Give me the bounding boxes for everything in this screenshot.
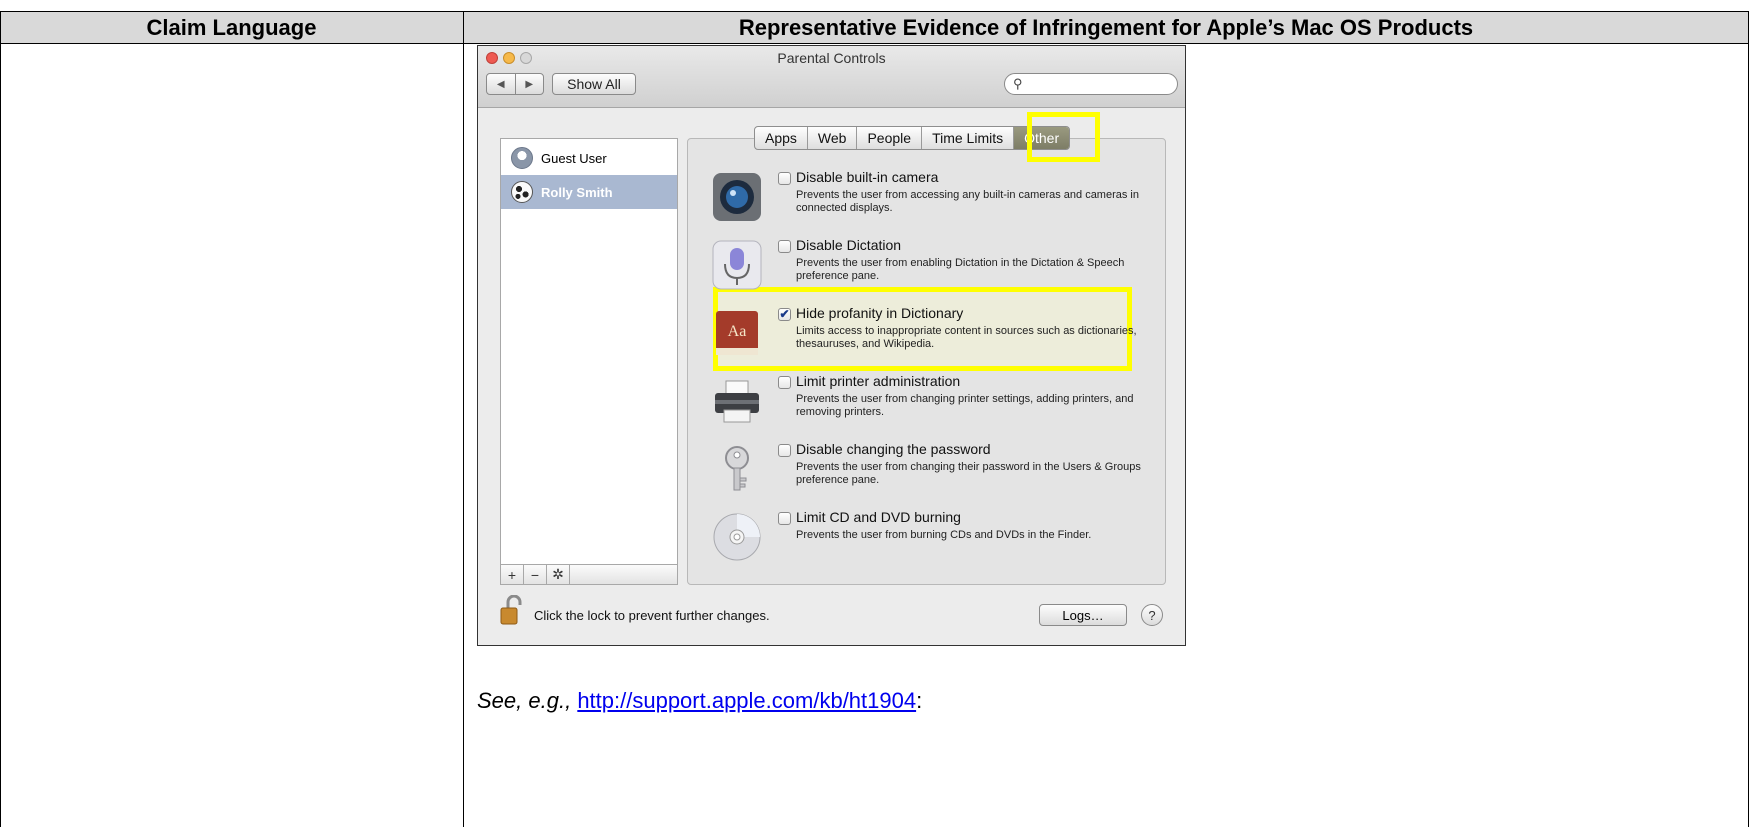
see-also-prefix: See, e.g., [477,688,572,713]
see-also-suffix: : [916,688,923,713]
checkbox-limit-printer[interactable] [778,376,791,389]
search-icon: ⚲ [1013,76,1023,91]
soccer-ball-avatar-icon [511,181,533,203]
option-description: Prevents the user from accessing any bui… [796,189,1139,214]
option-label: Limit printer administration [796,373,961,389]
checkbox-limit-cd-dvd[interactable] [778,512,791,525]
user-item-rolly-smith[interactable]: Rolly Smith [501,175,677,209]
option-limit-cd-dvd: Limit CD and DVD burning Prevents the us… [710,509,1150,570]
lock-icon[interactable] [500,595,524,625]
help-button[interactable]: ? [1141,604,1163,626]
tab-apps[interactable]: Apps [755,127,808,149]
remove-user-button[interactable]: − [524,565,547,584]
option-description: Prevents the user from burning CDs and D… [796,529,1092,541]
evidence-header: Representative Evidence of Infringement … [738,14,1474,40]
window-toolbar: Parental Controls ◀ ▶ Show All ⚲ [478,46,1185,108]
highlight-box-tab [1027,112,1100,162]
option-disable-camera: Disable built-in camera Prevents the use… [710,169,1150,230]
user-name: Rolly Smith [541,184,613,200]
logs-button[interactable]: Logs… [1039,604,1127,626]
checkbox-disable-dictation[interactable] [778,240,791,253]
option-label: Disable changing the password [796,441,991,457]
option-label: Limit CD and DVD burning [796,509,961,525]
option-description: Limits access to inappropriate content i… [796,325,1137,350]
tab-bar: Apps Web People Time Limits Other [754,126,1071,150]
checkbox-disable-camera[interactable] [778,172,791,185]
option-disable-dictation: Disable Dictation Prevents the user from… [710,237,1150,298]
navigation-buttons: ◀ ▶ [486,73,544,95]
back-arrow-icon[interactable]: ◀ [487,74,516,94]
printer-icon [715,380,759,423]
option-description: Prevents the user from enabling Dictatio… [796,257,1125,282]
user-list-toolbar: + − ✲ [500,564,678,585]
option-label: Disable built-in camera [796,169,939,185]
user-item-guest[interactable]: Guest User [501,141,677,175]
table-column-divider [463,11,464,827]
tab-time-limits[interactable]: Time Limits [922,127,1015,149]
option-limit-printer: Limit printer administration Prevents th… [710,373,1150,434]
dictionary-icon: Aa [716,311,758,355]
cd-icon [713,513,761,561]
user-name: Guest User [541,150,607,166]
key-icon [725,446,749,491]
tab-web[interactable]: Web [808,127,858,149]
microphone-icon [712,240,762,290]
option-description: Prevents the user from changing printer … [796,393,1134,418]
tab-people[interactable]: People [857,127,923,149]
show-all-button[interactable]: Show All [552,73,636,95]
svg-text:Aa: Aa [728,323,747,340]
table-border-left [0,11,1,827]
gear-icon[interactable]: ✲ [547,565,570,584]
option-description: Prevents the user from changing their pa… [796,461,1141,486]
option-label: Disable Dictation [796,237,902,253]
support-link[interactable]: http://support.apple.com/kb/ht1904 [577,688,916,713]
checkbox-disable-password-change[interactable] [778,444,791,457]
checkbox-hide-profanity[interactable]: ✔ [778,308,791,321]
camera-icon [713,173,761,221]
user-list: Guest User Rolly Smith [500,138,678,585]
option-hide-profanity: Aa ✔ Hide profanity in Dictionary Limits… [710,305,1150,366]
guest-avatar-icon [511,147,533,169]
see-also-citation: See, e.g., http://support.apple.com/kb/h… [477,688,922,714]
lock-status-text: Click the lock to prevent further change… [534,608,770,623]
parental-controls-window: Parental Controls ◀ ▶ Show All ⚲ Guest U… [477,45,1186,646]
option-label: Hide profanity in Dictionary [796,305,964,321]
forward-arrow-icon[interactable]: ▶ [516,74,544,94]
search-input[interactable]: ⚲ [1004,73,1178,95]
window-title: Parental Controls [777,50,886,66]
claim-language-header: Claim Language [146,14,317,40]
option-disable-password-change: Disable changing the password Prevents t… [710,441,1150,502]
add-user-button[interactable]: + [501,565,524,584]
